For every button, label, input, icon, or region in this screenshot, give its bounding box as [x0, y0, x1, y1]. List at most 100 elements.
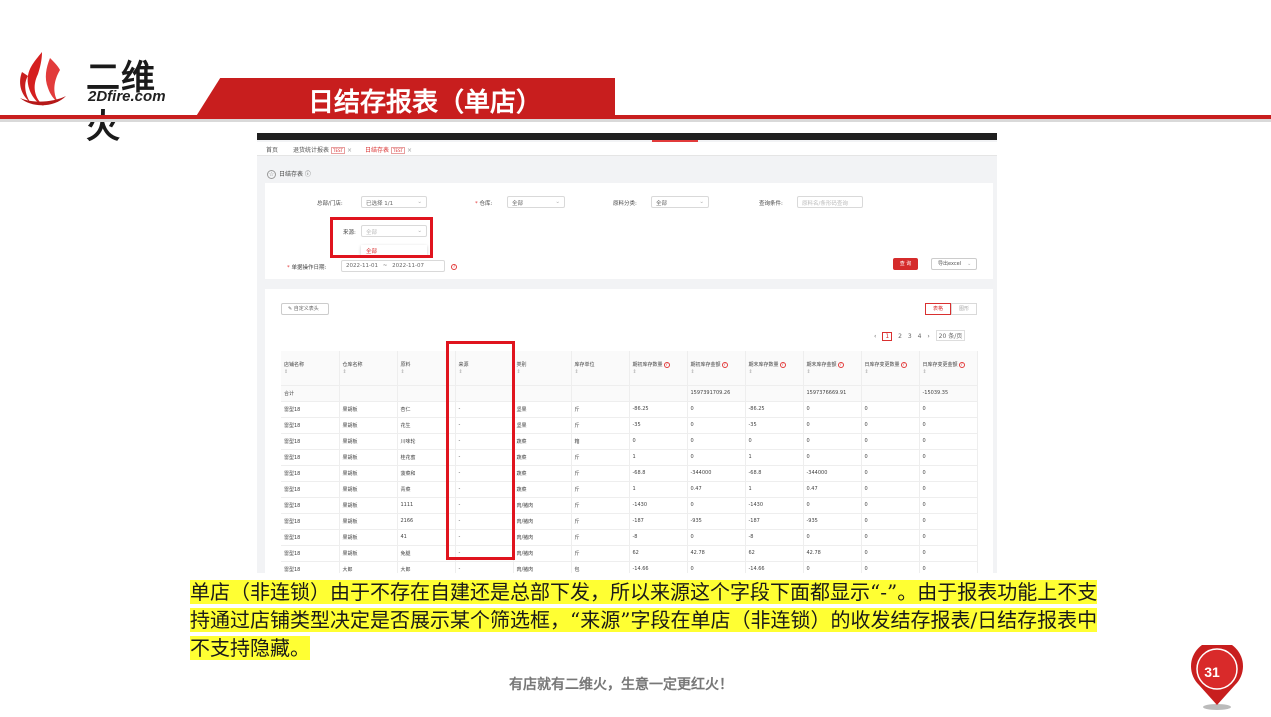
table-cell: 0 [687, 433, 746, 450]
export-excel-button[interactable]: 导出excel ⌄ [931, 258, 977, 270]
tab-home[interactable]: 首页 [266, 145, 278, 154]
table-cell: 蔬菜 [513, 449, 572, 466]
star-icon[interactable]: ☆ [267, 170, 276, 179]
sort-icon[interactable]: ⇕ [517, 369, 568, 375]
table-row: 雷型18 果胡板 川味轮 - 蔬菜箱 0 0 0 0 0 0 [281, 433, 978, 450]
table-cell: 雷型18 [281, 513, 340, 530]
table-cell: 雷型18 [281, 497, 340, 514]
view-chart-button[interactable]: 图形 [951, 303, 977, 315]
column-header[interactable]: 日库存变更数量? ⇕ [861, 351, 920, 386]
view-table-button[interactable]: 表格 [925, 303, 951, 315]
close-icon[interactable]: × [347, 147, 352, 154]
category-select[interactable]: 全部 ⌄ [651, 196, 709, 208]
page-1[interactable]: 1 [882, 332, 893, 341]
column-header-label: 日库存变更数量 [864, 361, 900, 368]
table-cell: 42.78 [687, 545, 746, 562]
help-icon[interactable]: ? [451, 263, 457, 270]
help-icon[interactable]: ? [663, 361, 670, 368]
page-3[interactable]: 3 [908, 333, 912, 340]
tab-bar: 首页 退货统计报表 TEST × 日结存表 TEST × [257, 142, 997, 156]
sort-icon[interactable]: ⇕ [865, 369, 916, 375]
table-cell: -1430 [745, 497, 804, 514]
sort-icon[interactable]: ⇕ [343, 369, 394, 375]
sort-icon[interactable]: ⇕ [749, 369, 800, 375]
table-cell: 1 [745, 481, 804, 498]
table-row: 雷型18 大郎 大郎 - 肉/猪肉包 -14.66 0 -14.66 0 0 0 [281, 561, 978, 573]
page-size-select[interactable]: 20 条/页 [935, 330, 966, 341]
help-icon[interactable]: ? [721, 361, 728, 368]
table-cell: 0 [919, 529, 978, 546]
help-icon[interactable]: ? [958, 361, 965, 368]
warehouse-label: * 仓库: [475, 201, 493, 207]
table-cell: -1430 [629, 497, 688, 514]
chevron-down-icon: ⌄ [555, 199, 560, 205]
table-cell: 果胡板 [339, 545, 398, 562]
tab-daily-stock[interactable]: 日结存表 TEST × [365, 145, 412, 154]
sort-icon[interactable]: ⇕ [691, 369, 742, 375]
page-4[interactable]: 4 [918, 333, 922, 340]
page-2[interactable]: 2 [898, 333, 902, 340]
column-header-label: 期末库存金额 [806, 361, 837, 368]
help-icon[interactable]: ? [900, 361, 907, 368]
table-cell: 大郎 [339, 561, 398, 573]
chevron-down-icon: ⌄ [417, 199, 422, 205]
column-header[interactable]: 类别 ⇕ [513, 351, 572, 386]
table-cell [745, 385, 804, 402]
column-header-label: 店铺名称 [284, 361, 305, 368]
column-header[interactable]: 日库存变更金额? ⇕ [919, 351, 978, 386]
table-cell: 0 [803, 529, 862, 546]
store-select[interactable]: 已选择 1/1 ⌄ [361, 196, 427, 208]
slide-title: 日结存报表（单店） [308, 88, 543, 118]
sort-icon[interactable]: ⇕ [575, 369, 626, 375]
table-cell: 0 [861, 497, 920, 514]
table-cell: 42.78 [803, 545, 862, 562]
custom-header-button[interactable]: ✎ 自定义表头 [281, 303, 329, 315]
sort-icon[interactable]: ⇕ [401, 369, 452, 375]
column-header[interactable]: 仓库名称 ⇕ [339, 351, 398, 386]
column-header-label: 类别 [516, 361, 527, 368]
table-cell: 果胡板 [339, 513, 398, 530]
table-cell: 0 [861, 401, 920, 418]
page-title: ☆ 日结存表 ⓘ [267, 170, 311, 179]
table-row: 雷型18 果胡板 免腿 - 肉/猪肉斤 62 42.78 62 42.78 0 0 [281, 545, 978, 562]
sort-icon[interactable]: ⇕ [284, 369, 336, 375]
category-label: 原料分类: [613, 201, 637, 207]
table-cell: 雷型18 [281, 561, 340, 573]
table-cell: -35 [745, 417, 804, 434]
close-icon[interactable]: × [407, 147, 412, 154]
date-range-picker[interactable]: 2022-11-01 ~ 2022-11-07 [341, 260, 445, 272]
column-header[interactable]: 期初库存金额? ⇕ [687, 351, 746, 386]
table-cell: 1597391709.26 [687, 385, 746, 402]
table-cell: 0 [919, 561, 978, 573]
next-page-icon[interactable]: › [927, 333, 929, 340]
column-header[interactable]: 店铺名称 ⇕ [281, 351, 340, 386]
table-cell: 肉/猪肉 [513, 561, 572, 573]
table-cell: 雷型18 [281, 545, 340, 562]
slide-caption: 单店（非连锁）由于不存在自建还是总部下发，所以来源这个字段下面都显示“-”。由于… [190, 580, 1098, 660]
query-input[interactable]: 原料名/条形码查询 [797, 196, 863, 208]
help-icon[interactable]: ? [837, 361, 844, 368]
table-cell: 0 [803, 433, 862, 450]
table-cell: 0 [803, 449, 862, 466]
table-cell: 0 [919, 545, 978, 562]
prev-page-icon[interactable]: ‹ [874, 333, 876, 340]
column-header[interactable]: 期初库存数量? ⇕ [629, 351, 688, 386]
table-row: 雷型18 果胡板 花生 - 坚果斤 -35 0 -35 0 0 0 [281, 417, 978, 434]
sort-icon[interactable]: ⇕ [633, 369, 684, 375]
column-header[interactable]: 期末库存金额? ⇕ [803, 351, 862, 386]
table-cell: 斤 [571, 465, 630, 482]
help-icon[interactable]: ? [779, 361, 786, 368]
query-button[interactable]: 查 询 [893, 258, 918, 270]
column-header[interactable]: 库存单位 ⇕ [571, 351, 630, 386]
tab-return-report[interactable]: 退货统计报表 TEST × [293, 145, 352, 154]
flame-logo-icon [20, 52, 66, 106]
sort-icon[interactable]: ⇕ [923, 369, 974, 375]
sort-icon[interactable]: ⇕ [807, 369, 858, 375]
column-header[interactable]: 期末库存数量? ⇕ [745, 351, 804, 386]
table-cell: -14.66 [629, 561, 688, 573]
table-cell: 果胡板 [339, 481, 398, 498]
app-top-bar [257, 133, 997, 140]
table-cell: 蔬菜 [513, 481, 572, 498]
warehouse-select[interactable]: 全部 ⌄ [507, 196, 565, 208]
table-cell: 0 [803, 497, 862, 514]
